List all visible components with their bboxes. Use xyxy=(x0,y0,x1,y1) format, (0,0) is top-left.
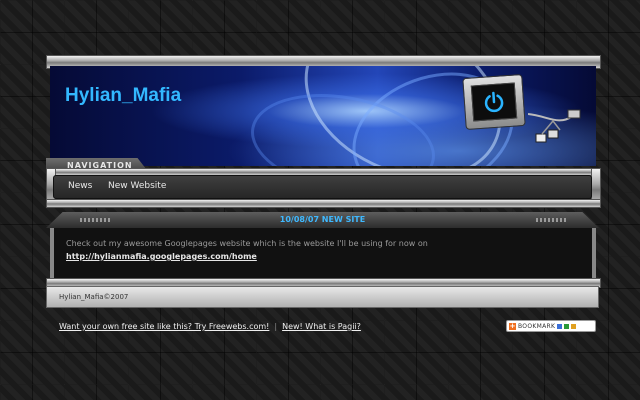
post-link[interactable]: http://hylianmafia.googlepages.com/home xyxy=(66,252,257,261)
post-text: Check out my awesome Googlepages website… xyxy=(66,239,428,248)
monitor-icon xyxy=(462,73,526,131)
freewebs-link[interactable]: Want your own free site like this? Try F… xyxy=(59,322,269,331)
power-icon xyxy=(482,90,505,113)
bookmark-button[interactable]: + BOOKMARK xyxy=(506,320,596,332)
nav-frame-bottom xyxy=(46,199,601,208)
bottom-links: Want your own free site like this? Try F… xyxy=(59,322,361,331)
post-title: 10/08/07 NEW SITE xyxy=(279,215,366,224)
link-separator: | xyxy=(274,322,278,331)
post-title-bar: 10/08/07 NEW SITE xyxy=(46,212,599,228)
footer: Hylian_Mafia©2007 xyxy=(46,286,599,308)
footer-copyright: Hylian_Mafia©2007 xyxy=(59,293,129,301)
nav-link-new-website[interactable]: New Website xyxy=(108,181,166,191)
social-site-icon xyxy=(571,323,577,329)
cable-connector-icon xyxy=(527,106,588,155)
bookmark-plus-icon: + xyxy=(509,321,516,330)
navigation-bar: News New Website xyxy=(53,175,592,199)
pagii-link[interactable]: New! What is Pagii? xyxy=(282,322,361,331)
bookmark-label: BOOKMARK xyxy=(518,322,556,330)
social-site-icon xyxy=(564,323,570,329)
social-site-icon xyxy=(557,323,563,329)
site-title: Hylian_Mafia xyxy=(65,85,182,106)
header-banner: Hylian_Mafia xyxy=(50,66,596,166)
nav-link-news[interactable]: News xyxy=(68,181,92,191)
monitor-screen xyxy=(470,82,518,122)
post-body: Check out my awesome Googlepages website… xyxy=(50,228,596,278)
